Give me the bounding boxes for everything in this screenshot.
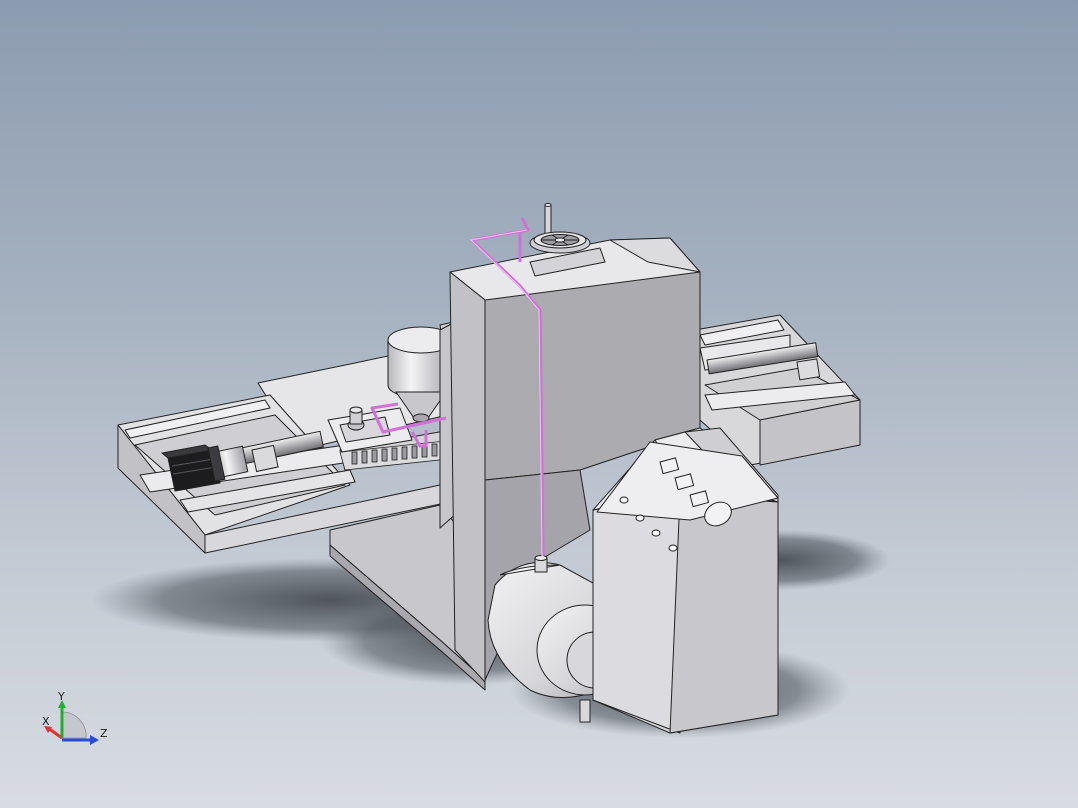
z-axis-label: Z (100, 727, 108, 740)
z-axis-arrowhead (90, 735, 99, 745)
indicator-lamp (651, 529, 661, 537)
graphics-viewport[interactable]: X Y Z (0, 0, 1078, 808)
control-cabinet[interactable] (592, 427, 779, 734)
indicator-lamp (619, 496, 629, 504)
indicator-lamp (668, 544, 678, 552)
handwheel[interactable] (529, 203, 591, 254)
x-axis-label: X (42, 715, 50, 728)
coordinate-triad: X Y Z (42, 690, 108, 745)
model-scene[interactable]: X Y Z (0, 0, 1078, 808)
y-axis-label: Y (57, 690, 65, 703)
indicator-lamp (635, 514, 645, 522)
